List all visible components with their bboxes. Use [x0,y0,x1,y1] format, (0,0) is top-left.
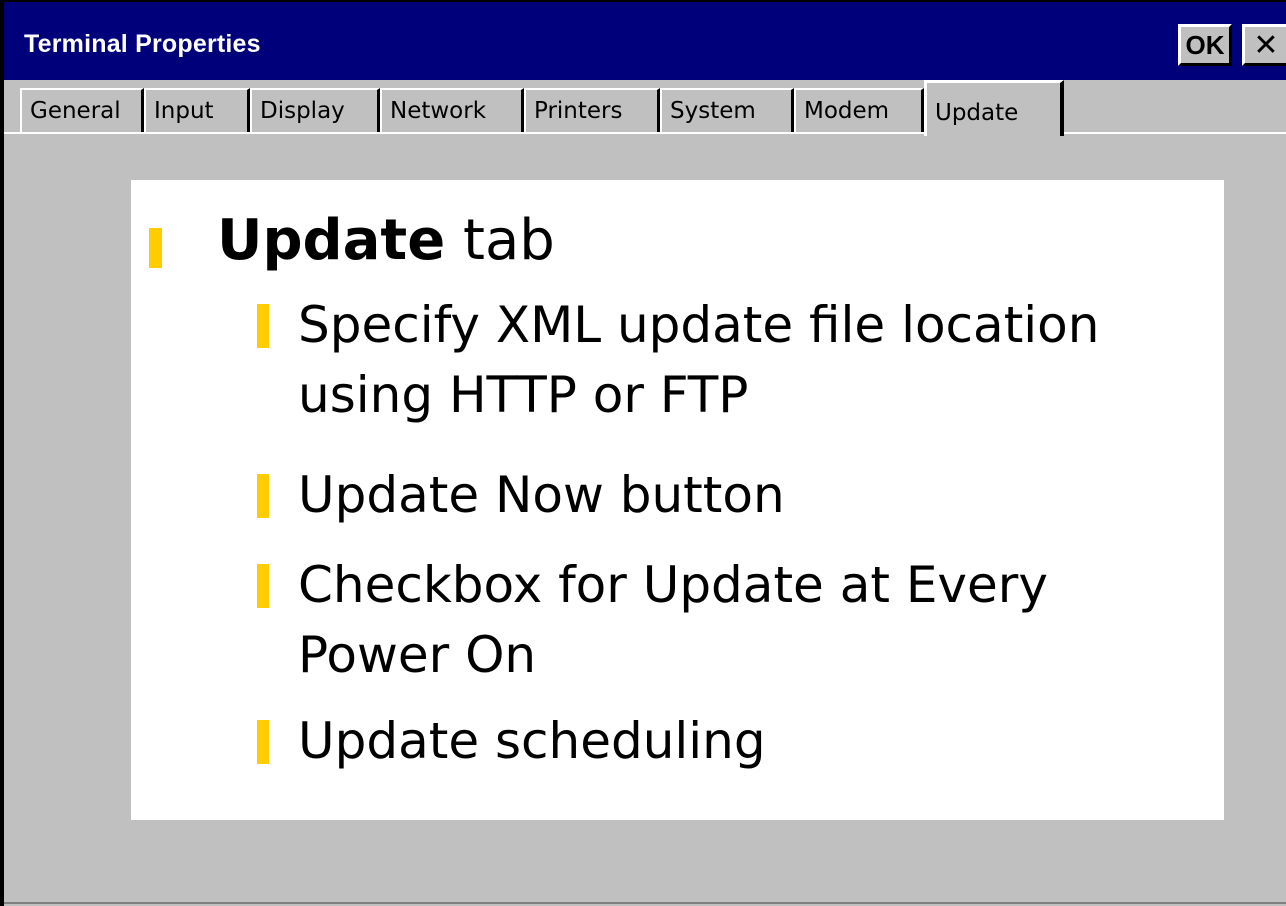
heading-rest-text: tab [445,208,555,273]
window-title: Terminal Properties [24,30,261,58]
list-item: Update scheduling [298,706,1208,776]
tab-update[interactable]: Update [924,80,1064,136]
tab-general[interactable]: General [20,88,144,132]
list-item-line: Checkbox for Update at Every [298,556,1048,614]
list-item-line: Specify XML update file location [298,296,1100,354]
list-item: Update Now button [298,460,1208,530]
heading-bold-text: Update [217,208,446,273]
close-icon[interactable]: ✕ [1242,24,1286,66]
title-bar[interactable]: Terminal Properties OK ✕ [4,2,1286,80]
list-item-line: Update Now button [298,466,785,524]
slide-heading: Update tab [217,208,555,273]
level2-bullet-icon [257,474,269,518]
ok-button[interactable]: OK [1178,24,1232,66]
list-item-line: using HTTP or FTP [298,366,749,424]
list-item-line: Power On [298,626,537,684]
level1-bullet-icon [149,228,162,268]
tab-printers[interactable]: Printers [524,88,660,132]
tab-network[interactable]: Network [380,88,524,132]
level2-bullet-icon [257,304,269,348]
list-item-line: Update scheduling [298,712,766,770]
tab-modem[interactable]: Modem [794,88,924,132]
level2-bullet-icon [257,720,269,764]
tab-input[interactable]: Input [144,88,250,132]
tab-strip-divider [4,132,1286,134]
level2-bullet-icon [257,564,269,608]
bottom-edge [4,902,1286,904]
update-tab-summary-panel: Update tab Specify XML update file locat… [131,180,1224,820]
tab-display[interactable]: Display [250,88,380,132]
tab-system[interactable]: System [660,88,794,132]
list-item: Checkbox for Update at Every Power On [298,550,1208,690]
list-item: Specify XML update file location using H… [298,290,1208,430]
